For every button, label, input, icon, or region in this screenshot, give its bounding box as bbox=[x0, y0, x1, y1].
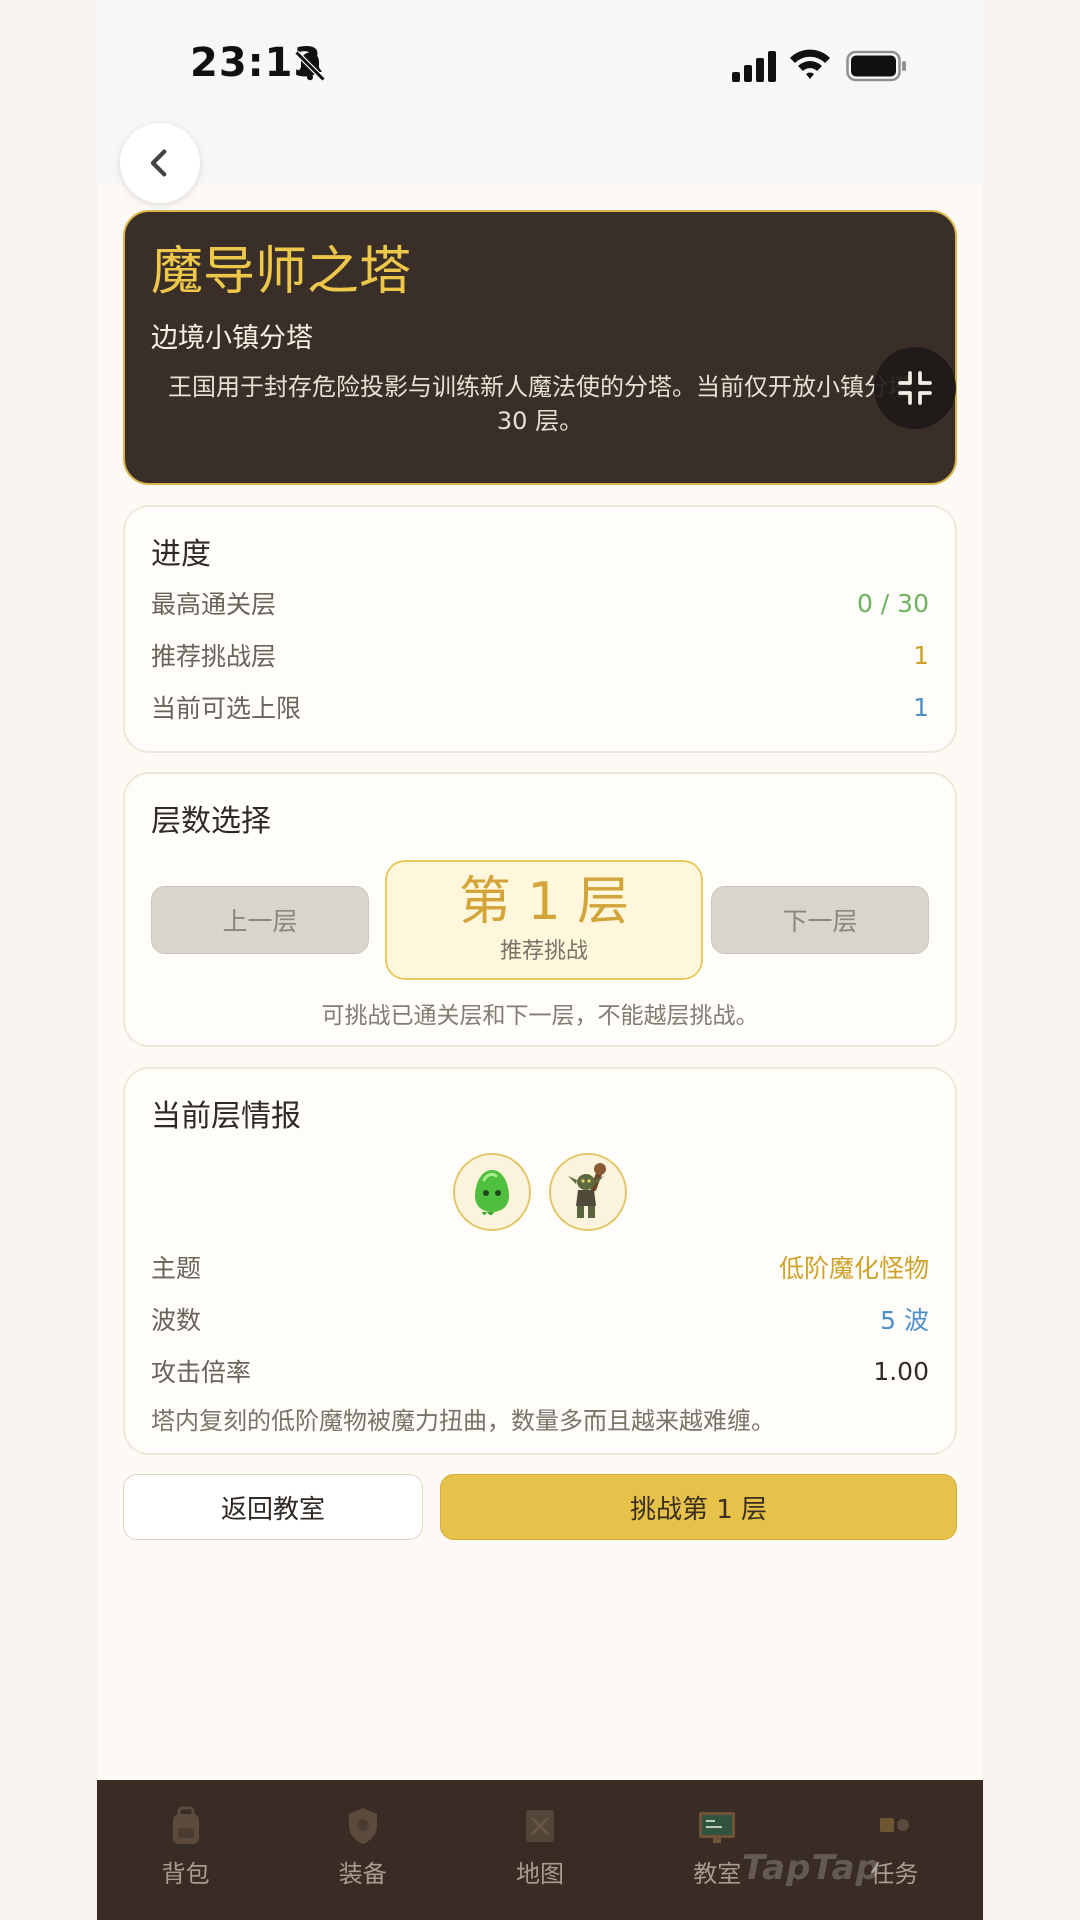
floor-hint: 可挑战已通关层和下一层，不能越层挑战。 bbox=[321, 1003, 759, 1029]
challenge-floor-button[interactable]: 挑战第 1 层 bbox=[440, 1474, 957, 1540]
progress-row-highest: 最高通关层 0 / 30 bbox=[151, 577, 929, 629]
row-value: 1.00 bbox=[873, 1356, 929, 1386]
chevron-left-icon bbox=[150, 149, 167, 177]
floor-selector: 上一层 第 1 层 推荐挑战 下一层 bbox=[151, 860, 929, 986]
tower-title: 魔导师之塔 bbox=[151, 242, 412, 302]
collapse-button[interactable] bbox=[874, 347, 956, 429]
row-label: 最高通关层 bbox=[151, 590, 277, 619]
row-value: 0 / 30 bbox=[856, 588, 929, 618]
back-button[interactable] bbox=[120, 123, 200, 203]
nav-item-map[interactable]: 地图 bbox=[451, 1780, 628, 1920]
row-label: 主题 bbox=[151, 1254, 202, 1283]
row-label: 当前可选上限 bbox=[151, 694, 302, 723]
row-value: 1 bbox=[913, 692, 929, 722]
battery-icon bbox=[846, 50, 906, 82]
taptap-watermark: TapTap bbox=[742, 1848, 881, 1888]
floor-select-card: 层数选择 上一层 第 1 层 推荐挑战 下一层 可挑战已通关层和下一层，不能越层… bbox=[123, 772, 957, 1047]
current-floor-display: 第 1 层 推荐挑战 bbox=[385, 860, 703, 980]
progress-card: 进度 最高通关层 0 / 30 推荐挑战层 1 当前可选上限 1 bbox=[123, 505, 957, 753]
intel-title: 当前层情报 bbox=[151, 1099, 301, 1134]
row-value: 1 bbox=[913, 640, 929, 670]
quest-icon bbox=[880, 1818, 910, 1832]
map-icon bbox=[526, 1810, 554, 1842]
tower-description: 王国用于封存危险投影与训练新人魔法使的分塔。当前仅开放小镇分塔 30 层。 bbox=[168, 373, 912, 435]
return-classroom-button[interactable]: 返回教室 bbox=[123, 1474, 423, 1540]
row-label: 攻击倍率 bbox=[151, 1358, 252, 1387]
nav-item-equipment[interactable]: 装备 bbox=[274, 1780, 451, 1920]
intel-row-attack: 攻击倍率 1.00 bbox=[151, 1345, 929, 1397]
next-floor-button[interactable]: 下一层 bbox=[711, 886, 929, 954]
equipment-icon bbox=[348, 1808, 377, 1844]
intel-row-waves: 波数 5 波 bbox=[151, 1293, 929, 1345]
goblin-icon bbox=[568, 1163, 606, 1218]
row-label: 推荐挑战层 bbox=[151, 642, 277, 671]
row-value: 5 波 bbox=[880, 1306, 929, 1335]
nav-label: 地图 bbox=[516, 1860, 564, 1888]
nav-label: 背包 bbox=[161, 1860, 210, 1888]
tower-subtitle: 边境小镇分塔 bbox=[151, 323, 313, 354]
collapse-icon bbox=[898, 371, 932, 405]
status-bar bbox=[97, 0, 983, 185]
slime-icon bbox=[475, 1170, 509, 1215]
monster-goblin[interactable] bbox=[549, 1153, 627, 1231]
intel-description: 塔内复刻的低阶魔物被魔力扭曲，数量多而且越来越难缠。 bbox=[151, 1407, 775, 1435]
backpack-icon bbox=[172, 1806, 199, 1844]
current-floor-number: 第 1 层 bbox=[458, 872, 630, 932]
classroom-icon bbox=[699, 1812, 736, 1843]
floor-select-title: 层数选择 bbox=[151, 804, 271, 839]
bell-slash-icon bbox=[294, 50, 326, 82]
progress-row-recommended: 推荐挑战层 1 bbox=[151, 629, 929, 681]
nav-item-backpack[interactable]: 背包 bbox=[97, 1780, 274, 1920]
nav-label: 装备 bbox=[338, 1860, 387, 1888]
floor-intel-card: 当前层情报 主题 低阶魔化怪物 波数 5 波 攻击倍率 1.00 塔内复刻的低阶… bbox=[123, 1067, 957, 1455]
row-label: 波数 bbox=[151, 1306, 202, 1335]
monster-slime[interactable] bbox=[453, 1153, 531, 1231]
nav-label: 教室 bbox=[693, 1860, 742, 1888]
intel-row-theme: 主题 低阶魔化怪物 bbox=[151, 1241, 929, 1293]
prev-floor-button[interactable]: 上一层 bbox=[151, 886, 369, 954]
row-value: 低阶魔化怪物 bbox=[778, 1254, 929, 1283]
signal-icon bbox=[732, 51, 776, 82]
monster-list bbox=[151, 1153, 929, 1231]
current-floor-tag: 推荐挑战 bbox=[499, 939, 588, 964]
progress-title: 进度 bbox=[151, 537, 211, 572]
progress-row-limit: 当前可选上限 1 bbox=[151, 681, 929, 733]
tower-hero-card: 魔导师之塔 边境小镇分塔 王国用于封存危险投影与训练新人魔法使的分塔。当前仅开放… bbox=[123, 210, 957, 485]
wifi-icon bbox=[790, 49, 830, 79]
